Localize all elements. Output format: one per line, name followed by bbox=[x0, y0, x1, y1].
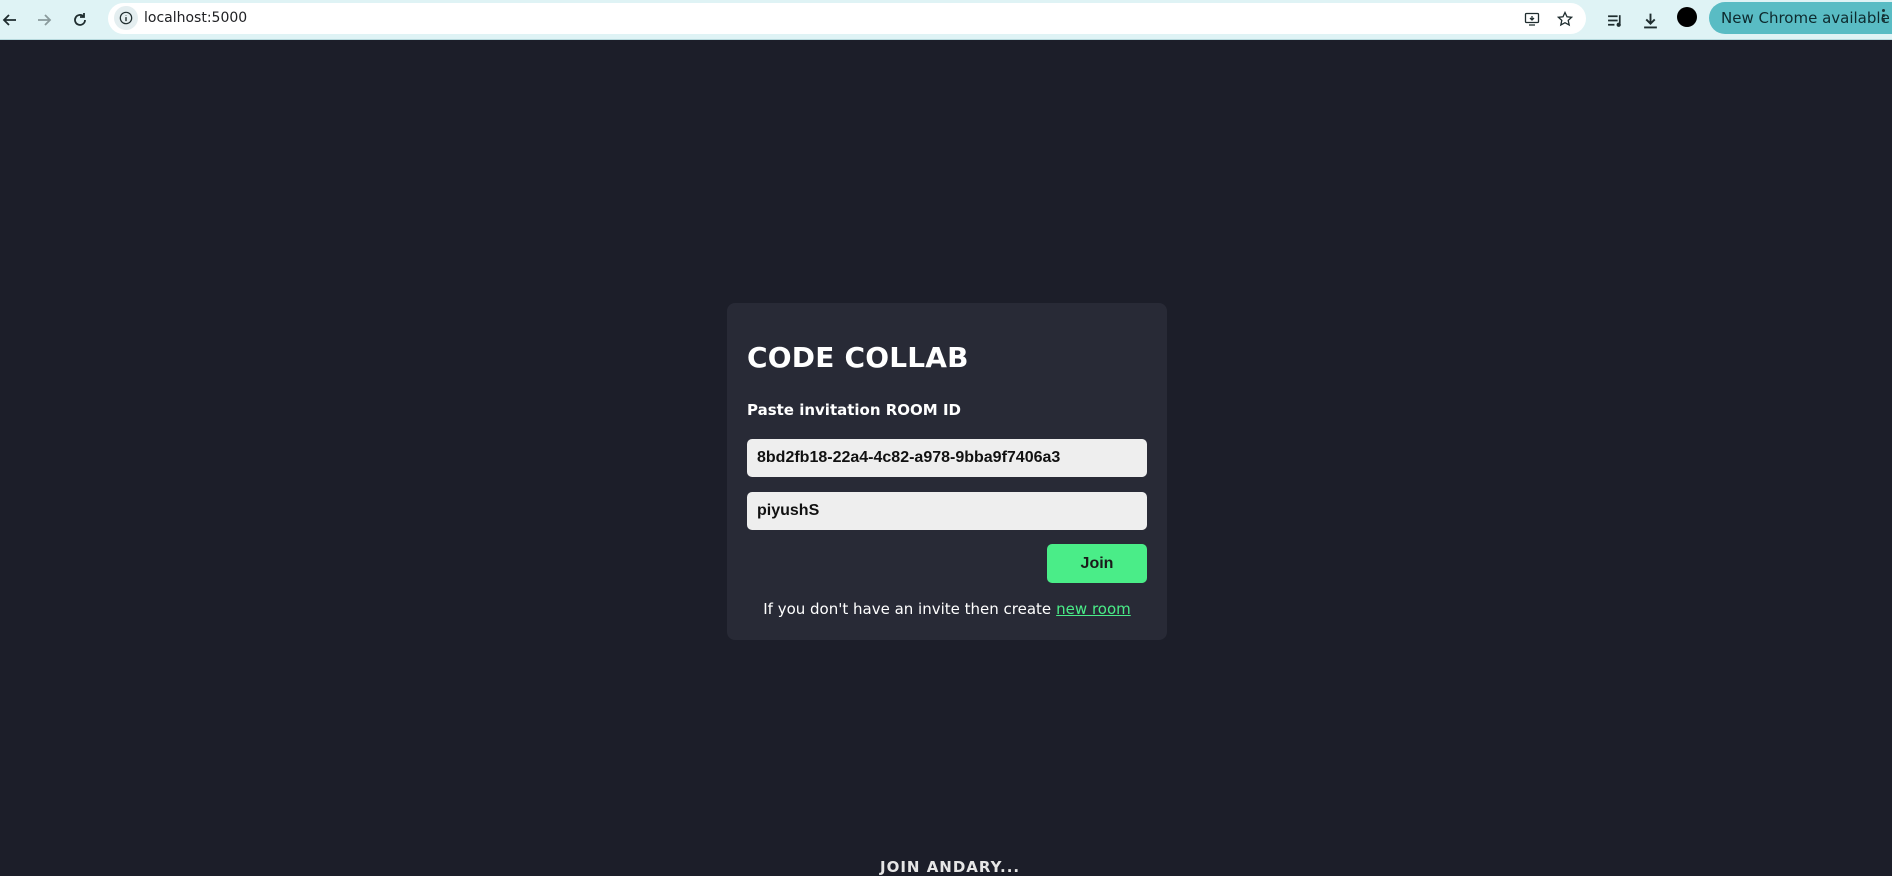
download-icon bbox=[1643, 13, 1657, 28]
new-room-link[interactable]: new room bbox=[1056, 600, 1131, 618]
invite-info: If you don't have an invite then create n… bbox=[727, 600, 1167, 618]
new-chrome-available-button[interactable]: New Chrome available bbox=[1709, 2, 1892, 34]
profile-avatar[interactable] bbox=[1677, 7, 1697, 27]
url-text[interactable]: localhost:5000 bbox=[144, 10, 247, 26]
back-button[interactable] bbox=[0, 6, 24, 34]
media-controls-button[interactable] bbox=[1601, 6, 1629, 34]
bookmark-button[interactable] bbox=[1555, 9, 1575, 29]
join-room-card: CODE COLLAB Paste invitation ROOM ID Joi… bbox=[727, 303, 1167, 640]
reload-button[interactable] bbox=[66, 6, 94, 34]
install-app-button[interactable] bbox=[1522, 9, 1542, 29]
site-info-button[interactable] bbox=[114, 6, 138, 30]
arrow-right-icon bbox=[38, 14, 52, 26]
invite-text: If you don't have an invite then create bbox=[763, 600, 1052, 618]
kebab-menu-icon[interactable] bbox=[1882, 7, 1886, 27]
room-id-input[interactable] bbox=[747, 439, 1147, 477]
arrow-left-icon bbox=[2, 14, 16, 26]
forward-button[interactable] bbox=[30, 6, 58, 34]
info-icon bbox=[119, 11, 133, 25]
browser-toolbar: localhost:5000 New Chrome available bbox=[0, 0, 1892, 40]
footer-text: JOIN ANDARY... bbox=[880, 858, 1021, 876]
downloads-button[interactable] bbox=[1636, 6, 1664, 34]
page-title: CODE COLLAB bbox=[747, 341, 969, 374]
reload-icon bbox=[74, 13, 86, 26]
username-input[interactable] bbox=[747, 492, 1147, 530]
room-id-prompt: Paste invitation ROOM ID bbox=[747, 401, 961, 419]
star-icon bbox=[1557, 11, 1573, 27]
join-button[interactable]: Join bbox=[1047, 544, 1147, 583]
install-app-icon bbox=[1524, 12, 1540, 26]
address-bar[interactable]: localhost:5000 bbox=[108, 3, 1586, 34]
media-controls-icon bbox=[1607, 14, 1621, 27]
